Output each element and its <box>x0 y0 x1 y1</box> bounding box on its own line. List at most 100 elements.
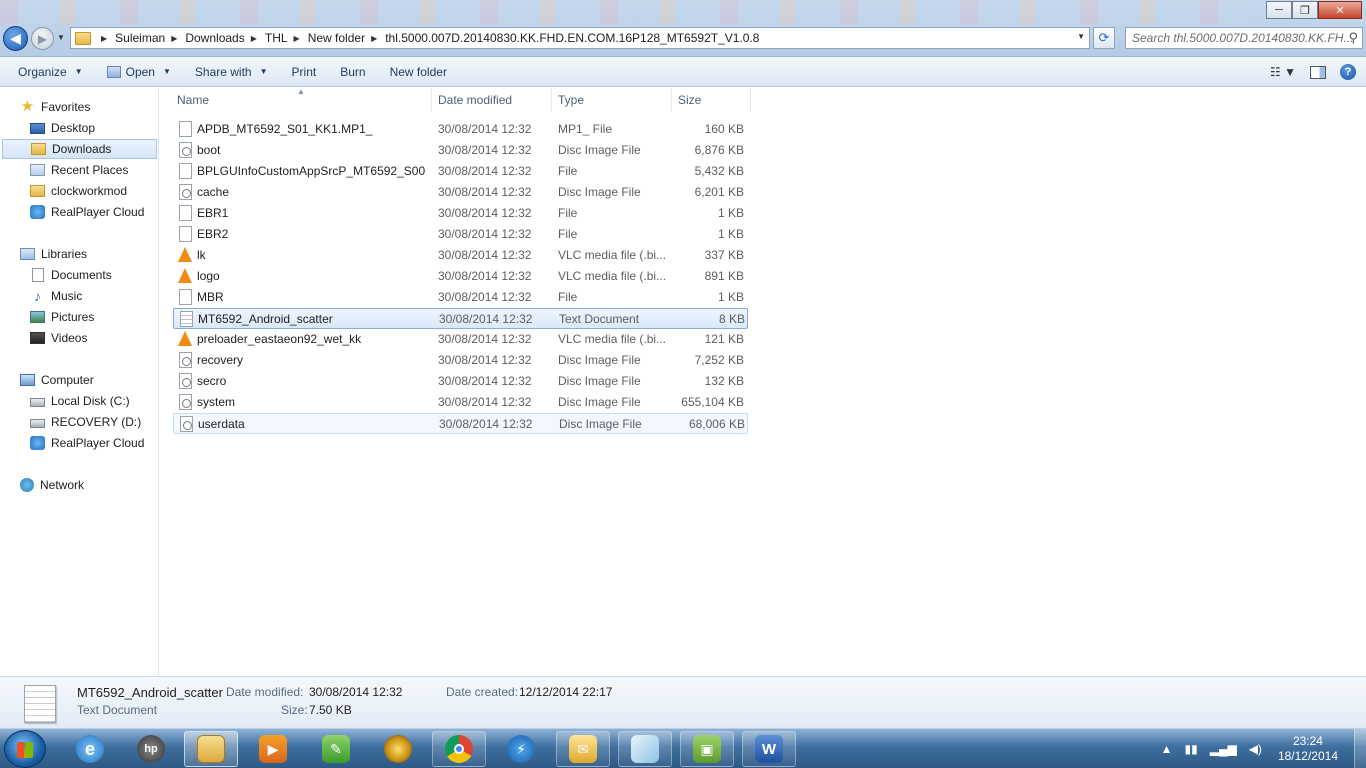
address-bar[interactable]: ▶ Suleiman ▶ Downloads ▶ THL ▶ New folde… <box>70 27 1090 49</box>
new-folder-button[interactable]: New folder <box>378 57 459 87</box>
file-row[interactable]: EBR2 30/08/2014 12:32 File 1 KB <box>173 224 748 245</box>
breadcrumb-separator-icon[interactable]: ▶ <box>294 34 300 43</box>
taskbar-notes[interactable] <box>618 731 672 767</box>
recent-pages-dropdown[interactable]: ▼ <box>57 33 65 42</box>
file-size: 6,201 KB <box>694 184 744 199</box>
nav-label: Recent Places <box>51 163 129 177</box>
network-status-icon[interactable]: ▮▮ <box>1185 742 1198 756</box>
taskbar-outlook[interactable]: ✉ <box>556 731 610 767</box>
file-row[interactable]: MT6592_Android_scatter 30/08/2014 12:32 Te… <box>173 308 748 329</box>
nav-libraries[interactable]: Libraries <box>0 244 158 264</box>
help-icon[interactable]: ? <box>1340 64 1356 80</box>
file-size: 1 KB <box>717 205 744 220</box>
nav-clockworkmod[interactable]: clockworkmod <box>0 181 158 201</box>
file-row[interactable]: APDB_MT6592_S01_KK1.MP1_ 30/08/2014 12:32… <box>173 119 748 140</box>
nav-local-disk[interactable]: Local Disk (C:) <box>0 391 158 411</box>
taskbar-media-player[interactable]: ▶ <box>246 731 300 767</box>
column-header-size[interactable]: Size <box>672 88 751 112</box>
nav-pictures[interactable]: Pictures <box>0 307 158 327</box>
breadcrumb-separator-icon[interactable]: ▶ <box>251 34 257 43</box>
show-desktop-button[interactable] <box>1354 729 1366 768</box>
show-hidden-icons-icon[interactable]: ▲ <box>1161 742 1173 756</box>
nav-music[interactable]: ♪ Music <box>0 286 158 306</box>
start-button[interactable] <box>4 730 46 768</box>
search-input[interactable]: Search thl.5000.007D.20140830.KK.FH... ⚲ <box>1125 27 1363 49</box>
signal-icon[interactable]: ▂▄▆ <box>1210 742 1237 756</box>
minimize-button[interactable]: ─ <box>1266 1 1292 19</box>
taskbar-word[interactable]: W <box>742 731 796 767</box>
share-with-button[interactable]: Share with ▼ <box>183 57 280 87</box>
taskbar-gom-player[interactable] <box>371 731 425 767</box>
nav-documents[interactable]: Documents <box>0 265 158 285</box>
internet-explorer-icon: e <box>76 735 104 763</box>
breadcrumb-separator-icon[interactable]: ▶ <box>171 34 177 43</box>
back-button[interactable]: ◀ <box>3 26 28 51</box>
close-button[interactable]: ✕ <box>1318 1 1362 19</box>
file-type: File <box>558 163 578 178</box>
column-header-date[interactable]: Date modified <box>432 88 552 112</box>
file-row[interactable]: BPLGUInfoCustomAppSrcP_MT6592_S00... 30/0… <box>173 161 748 182</box>
taskbar-internet-explorer[interactable]: e <box>63 731 117 767</box>
refresh-button[interactable]: ⟳ <box>1093 27 1115 49</box>
nav-downloads[interactable]: Downloads <box>2 139 157 159</box>
vlc-cone-icon <box>178 268 192 283</box>
open-button[interactable]: Open ▼ <box>95 57 183 87</box>
file-row[interactable]: cache 30/08/2014 12:32 Disc Image File 6,20… <box>173 182 748 203</box>
file-type: Disc Image File <box>558 394 641 409</box>
file-row[interactable]: MBR 30/08/2014 12:32 File 1 KB <box>173 287 748 308</box>
breadcrumb-suleiman[interactable]: Suleiman <box>115 31 165 45</box>
maximize-button[interactable]: ❐ <box>1292 1 1318 19</box>
taskbar-download-manager[interactable]: ⚡ <box>494 731 548 767</box>
sort-ascending-icon: ▲ <box>297 87 305 96</box>
taskbar-hp[interactable]: hp <box>124 731 178 767</box>
file-type: VLC media file (.bi... <box>558 247 667 262</box>
clock-date: 18/12/2014 <box>1277 749 1338 763</box>
file-row[interactable]: boot 30/08/2014 12:32 Disc Image File 6,876… <box>173 140 748 161</box>
file-type: VLC media file (.bi... <box>558 268 667 283</box>
taskbar-evernote[interactable]: ✎ <box>309 731 363 767</box>
file-row[interactable]: userdata 30/08/2014 12:32 Disc Image File 6… <box>173 413 748 434</box>
burn-button[interactable]: Burn <box>328 57 377 87</box>
nav-favorites[interactable]: ★ Favorites <box>0 97 158 117</box>
breadcrumb-separator-icon[interactable]: ▶ <box>371 34 377 43</box>
organize-button[interactable]: Organize ▼ <box>0 57 95 87</box>
column-header-name[interactable]: Name ▲ <box>171 87 432 112</box>
file-row[interactable]: lk 30/08/2014 12:32 VLC media file (.bi...… <box>173 245 748 266</box>
file-size: 160 KB <box>704 121 744 136</box>
nav-realplayer-cloud-drive[interactable]: RealPlayer Cloud <box>0 433 158 453</box>
breadcrumb-downloads[interactable]: Downloads <box>185 31 244 45</box>
taskbar-chrome[interactable] <box>432 731 486 767</box>
preview-pane-icon[interactable] <box>1310 65 1326 79</box>
file-row[interactable]: logo 30/08/2014 12:32 VLC media file (.bi.… <box>173 266 748 287</box>
nav-network[interactable]: Network <box>0 475 158 495</box>
nav-computer[interactable]: Computer <box>0 370 158 390</box>
change-view-icon[interactable]: ☷ ▼ <box>1270 65 1296 79</box>
open-label: Open <box>125 64 155 79</box>
column-header-type[interactable]: Type <box>552 88 672 112</box>
address-dropdown-icon[interactable]: ▼ <box>1077 32 1085 41</box>
nav-videos[interactable]: Videos <box>0 328 158 348</box>
clock[interactable]: 23:24 18/12/2014 <box>1278 734 1338 764</box>
taskbar-windows-explorer[interactable] <box>184 731 238 767</box>
forward-button[interactable]: ▶ <box>31 27 54 50</box>
file-row[interactable]: EBR1 30/08/2014 12:32 File 1 KB <box>173 203 748 224</box>
nav-desktop[interactable]: Desktop <box>0 118 158 138</box>
breadcrumb-new-folder[interactable]: New folder <box>308 31 365 45</box>
volume-icon[interactable]: ◀) <box>1249 742 1262 756</box>
nav-recent-places[interactable]: Recent Places <box>0 160 158 180</box>
breadcrumb-separator-icon[interactable]: ▶ <box>101 34 107 43</box>
nav-realplayer-cloud[interactable]: RealPlayer Cloud <box>0 202 158 222</box>
breadcrumb-thl[interactable]: THL <box>265 31 288 45</box>
file-row[interactable]: system 30/08/2014 12:32 Disc Image File 655… <box>173 392 748 413</box>
nav-label: Favorites <box>41 100 91 114</box>
nav-label: Documents <box>51 268 112 282</box>
breadcrumb-current-folder[interactable]: thl.5000.007D.20140830.KK.FHD.EN.COM.16P… <box>385 31 759 45</box>
taskbar-android-tool[interactable]: ▣ <box>680 731 734 767</box>
print-button[interactable]: Print <box>280 57 329 87</box>
file-date-modified: 30/08/2014 12:32 <box>438 268 532 283</box>
file-row[interactable]: secro 30/08/2014 12:32 Disc Image File 132 … <box>173 371 748 392</box>
file-row[interactable]: recovery 30/08/2014 12:32 Disc Image File 7… <box>173 350 748 371</box>
nav-recovery-drive[interactable]: RECOVERY (D:) <box>0 412 158 432</box>
file-row[interactable]: preloader_eastaeon92_wet_kk 30/08/2014 12… <box>173 329 748 350</box>
media-player-icon: ▶ <box>259 735 287 763</box>
